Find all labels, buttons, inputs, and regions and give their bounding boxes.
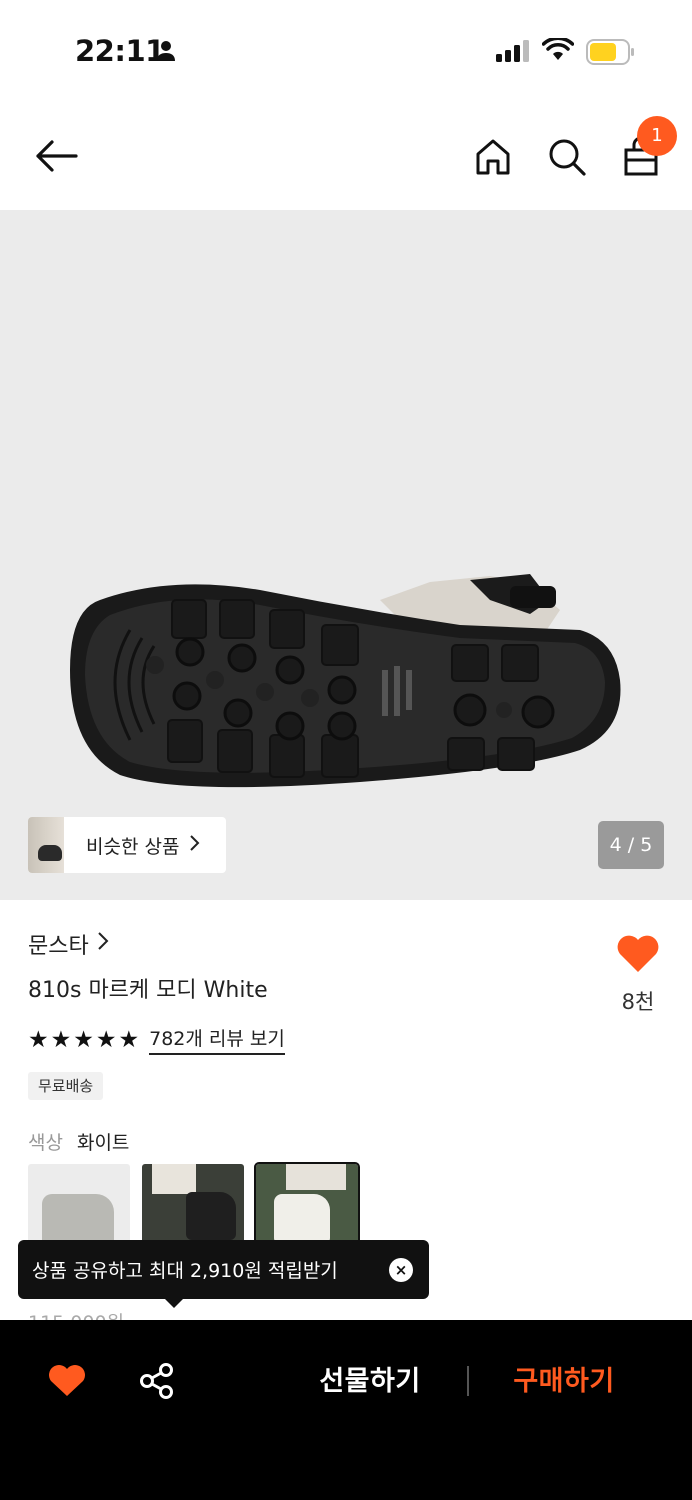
color-row: 색상 화이트 xyxy=(28,1128,129,1155)
home-icon[interactable] xyxy=(472,136,514,178)
star-icon: ★ xyxy=(95,1026,117,1053)
chevron-right-icon xyxy=(97,931,109,957)
color-value: 화이트 xyxy=(76,1132,130,1154)
product-image xyxy=(70,574,621,788)
person-icon xyxy=(156,40,176,66)
status-time: 22:11 xyxy=(75,34,165,68)
tooltip-arrow xyxy=(164,1298,184,1308)
product-image-carousel[interactable]: 비슷한 상품 4 / 5 xyxy=(0,210,692,900)
image-page-indicator: 4 / 5 xyxy=(598,821,664,869)
battery-icon xyxy=(586,39,636,69)
back-arrow-icon[interactable] xyxy=(32,136,80,176)
close-icon[interactable]: × xyxy=(389,1258,413,1282)
color-label: 색상 xyxy=(28,1132,63,1154)
like-count: 8천 xyxy=(621,990,655,1014)
product-title: 810s 마르케 모디 White xyxy=(28,978,268,1003)
cellular-signal-icon xyxy=(496,40,530,66)
star-icon: ★ xyxy=(73,1026,94,1053)
brand-link[interactable]: 문스타 xyxy=(28,928,109,960)
product-detail-page: 22:11 1 비슷한 상품 4 / 5 문스타 810s 마르케 모디 Whi… xyxy=(0,0,692,1500)
buy-button[interactable]: 구매하기 xyxy=(494,1360,634,1404)
gift-button[interactable]: 선물하기 xyxy=(300,1360,440,1404)
brand-name: 문스타 xyxy=(28,934,89,959)
similar-product-thumbnail xyxy=(28,817,64,873)
top-nav xyxy=(0,100,692,210)
chevron-right-icon xyxy=(189,834,201,857)
similar-products-label: 비슷한 상품 xyxy=(86,835,180,858)
divider xyxy=(467,1366,469,1396)
search-icon[interactable] xyxy=(546,136,588,178)
rating-row: ★ ★ ★ ★ ★ 782개 리뷰 보기 xyxy=(28,1024,285,1055)
status-bar: 22:11 xyxy=(0,0,692,100)
wishlist-heart-icon[interactable] xyxy=(48,1364,86,1402)
like-heart-icon[interactable] xyxy=(616,934,660,978)
bottom-action-bar: 선물하기 구매하기 xyxy=(0,1320,692,1500)
rating-stars: ★ ★ ★ ★ ★ xyxy=(28,1028,139,1052)
free-shipping-badge: 무료배송 xyxy=(28,1072,104,1100)
share-reward-tooltip: 상품 공유하고 최대 2,910원 적립받기 × xyxy=(18,1240,429,1308)
star-icon: ★ xyxy=(50,1026,72,1053)
share-icon[interactable] xyxy=(138,1362,176,1404)
similar-products-button[interactable]: 비슷한 상품 xyxy=(28,817,226,873)
wifi-icon xyxy=(541,36,575,66)
cart-count-badge: 1 xyxy=(637,116,677,156)
star-icon: ★ xyxy=(118,1026,140,1053)
review-link[interactable]: 782개 리뷰 보기 xyxy=(149,1024,285,1055)
tooltip-text: 상품 공유하고 최대 2,910원 적립받기 xyxy=(32,1260,338,1282)
star-icon: ★ xyxy=(28,1026,49,1053)
